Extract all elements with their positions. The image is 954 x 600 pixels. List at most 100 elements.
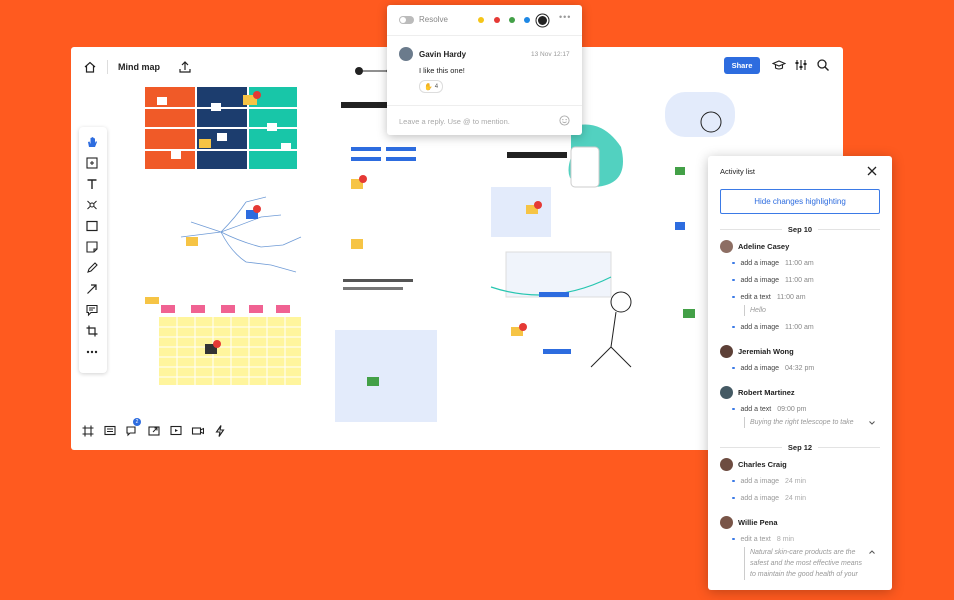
left-toolbar bbox=[79, 127, 107, 373]
more-icon[interactable] bbox=[85, 345, 99, 359]
chevron-up-icon[interactable] bbox=[868, 548, 876, 556]
video-icon[interactable] bbox=[191, 424, 205, 438]
avatar bbox=[720, 457, 733, 471]
user-name: Robert Martinez bbox=[738, 387, 795, 397]
color-dot-red[interactable] bbox=[494, 17, 500, 23]
graduation-cap-icon[interactable] bbox=[772, 58, 786, 72]
bullet-dot bbox=[732, 537, 735, 541]
activity-item[interactable]: add a image 24 min bbox=[732, 493, 806, 503]
more-icon[interactable]: ••• bbox=[559, 12, 571, 22]
activity-item[interactable]: add a image 11:00 am bbox=[732, 258, 814, 268]
app-thumb bbox=[490, 124, 632, 368]
color-dot-green[interactable] bbox=[509, 17, 515, 23]
comment-text: I like this one! bbox=[419, 66, 465, 75]
comment-icon[interactable] bbox=[85, 303, 99, 317]
frame-icon[interactable] bbox=[81, 424, 95, 438]
user-name: Willie Pena bbox=[738, 517, 778, 527]
reaction-count: 4 bbox=[434, 83, 439, 90]
color-dot-black-selected[interactable] bbox=[538, 16, 547, 25]
action-text: add a image bbox=[740, 364, 780, 372]
share-screen-icon[interactable] bbox=[147, 424, 161, 438]
reply-input[interactable]: Leave a reply. Use @ to mention. bbox=[399, 117, 510, 126]
arrow-icon[interactable] bbox=[85, 282, 99, 296]
avatar bbox=[720, 239, 733, 253]
activity-item[interactable]: edit a text 11:00 am bbox=[732, 292, 806, 302]
divider bbox=[387, 35, 582, 36]
activity-panel: Activity list Hide changes highlighting … bbox=[708, 156, 892, 590]
sliders-icon[interactable] bbox=[794, 58, 808, 72]
lightning-icon[interactable] bbox=[213, 424, 227, 438]
action-text: add a image bbox=[740, 323, 780, 331]
activity-user: Willie Pena bbox=[720, 515, 778, 529]
kanban-frame bbox=[145, 87, 297, 169]
divider bbox=[107, 60, 108, 74]
day-separator: Sep 10 bbox=[720, 224, 880, 234]
doc-thumb bbox=[335, 102, 437, 422]
pen-icon[interactable] bbox=[85, 261, 99, 275]
sticky-note-icon[interactable] bbox=[85, 240, 99, 254]
color-dot-yellow[interactable] bbox=[478, 17, 484, 23]
comment-author: Gavin Hardy bbox=[419, 50, 467, 59]
avatar bbox=[720, 344, 733, 358]
chat-icon bbox=[126, 426, 136, 437]
rectangle-icon[interactable] bbox=[85, 219, 99, 233]
present-icon[interactable] bbox=[169, 424, 183, 438]
reaction-badge[interactable]: ✋ 4 bbox=[419, 80, 444, 93]
chat-button[interactable]: 2 bbox=[125, 418, 141, 438]
action-time: 8 min bbox=[776, 535, 794, 543]
divider bbox=[387, 105, 582, 106]
action-text: edit a text bbox=[740, 293, 771, 301]
action-time: 11:00 am bbox=[776, 293, 806, 301]
hand-icon[interactable] bbox=[85, 135, 99, 149]
action-time: 24 min bbox=[785, 477, 807, 485]
avatar bbox=[399, 47, 413, 61]
crop-icon[interactable] bbox=[85, 324, 99, 338]
upload-icon[interactable] bbox=[178, 60, 192, 74]
search-icon[interactable] bbox=[816, 58, 830, 72]
thumbs-up-icon: ✋ bbox=[424, 83, 433, 91]
color-dot-blue[interactable] bbox=[524, 17, 530, 23]
user-name: Charles Craig bbox=[738, 459, 787, 469]
bullet-dot bbox=[732, 496, 735, 500]
activity-item[interactable]: edit a text 8 min bbox=[732, 534, 794, 544]
share-button[interactable]: Share bbox=[724, 57, 760, 74]
action-time: 11:00 am bbox=[785, 259, 814, 267]
activity-item[interactable]: add a image 04:32 pm bbox=[732, 363, 814, 373]
mindmap-icon[interactable] bbox=[85, 198, 99, 212]
hide-changes-button[interactable]: Hide changes highlighting bbox=[720, 189, 880, 214]
activity-item[interactable]: add a image 11:00 am bbox=[732, 322, 814, 332]
resolve-toggle[interactable] bbox=[399, 16, 414, 24]
activity-item[interactable]: add a image 24 min bbox=[732, 476, 806, 486]
bullet-dot bbox=[732, 325, 735, 329]
quote-text: Buying the right telescope to take bbox=[744, 417, 866, 428]
action-text: add a image bbox=[740, 276, 780, 284]
activity-item[interactable]: add a image 11:00 am bbox=[732, 275, 814, 285]
avatar bbox=[720, 515, 733, 529]
user-name: Adeline Casey bbox=[738, 241, 790, 251]
avatar bbox=[720, 385, 733, 399]
quote-text: Hello bbox=[744, 305, 766, 316]
frame-icon[interactable] bbox=[85, 156, 99, 170]
bullet-dot bbox=[732, 278, 735, 282]
resolve-label: Resolve bbox=[419, 15, 448, 24]
action-time: 11:00 am bbox=[785, 276, 814, 284]
comment-list-icon[interactable] bbox=[103, 424, 117, 438]
day-separator: Sep 12 bbox=[720, 442, 880, 452]
activity-item[interactable]: add a text 09:00 pm bbox=[732, 404, 806, 414]
action-text: add a image bbox=[740, 494, 780, 502]
text-icon[interactable] bbox=[85, 177, 99, 191]
action-text: edit a text bbox=[740, 535, 771, 543]
close-icon[interactable] bbox=[866, 165, 878, 177]
bullet-dot bbox=[732, 261, 735, 265]
panel-title: Activity list bbox=[720, 167, 756, 176]
home-icon[interactable] bbox=[83, 60, 97, 74]
chevron-down-icon[interactable] bbox=[868, 419, 876, 427]
board-title[interactable]: Mind map bbox=[118, 62, 160, 72]
bullet-dot bbox=[732, 479, 735, 483]
action-time: 24 min bbox=[785, 494, 807, 502]
day-label: Sep 12 bbox=[787, 442, 813, 452]
action-text: add a image bbox=[740, 477, 780, 485]
emoji-icon[interactable] bbox=[559, 115, 570, 126]
bullet-dot bbox=[732, 295, 735, 299]
topbar: Mind map bbox=[83, 59, 192, 75]
